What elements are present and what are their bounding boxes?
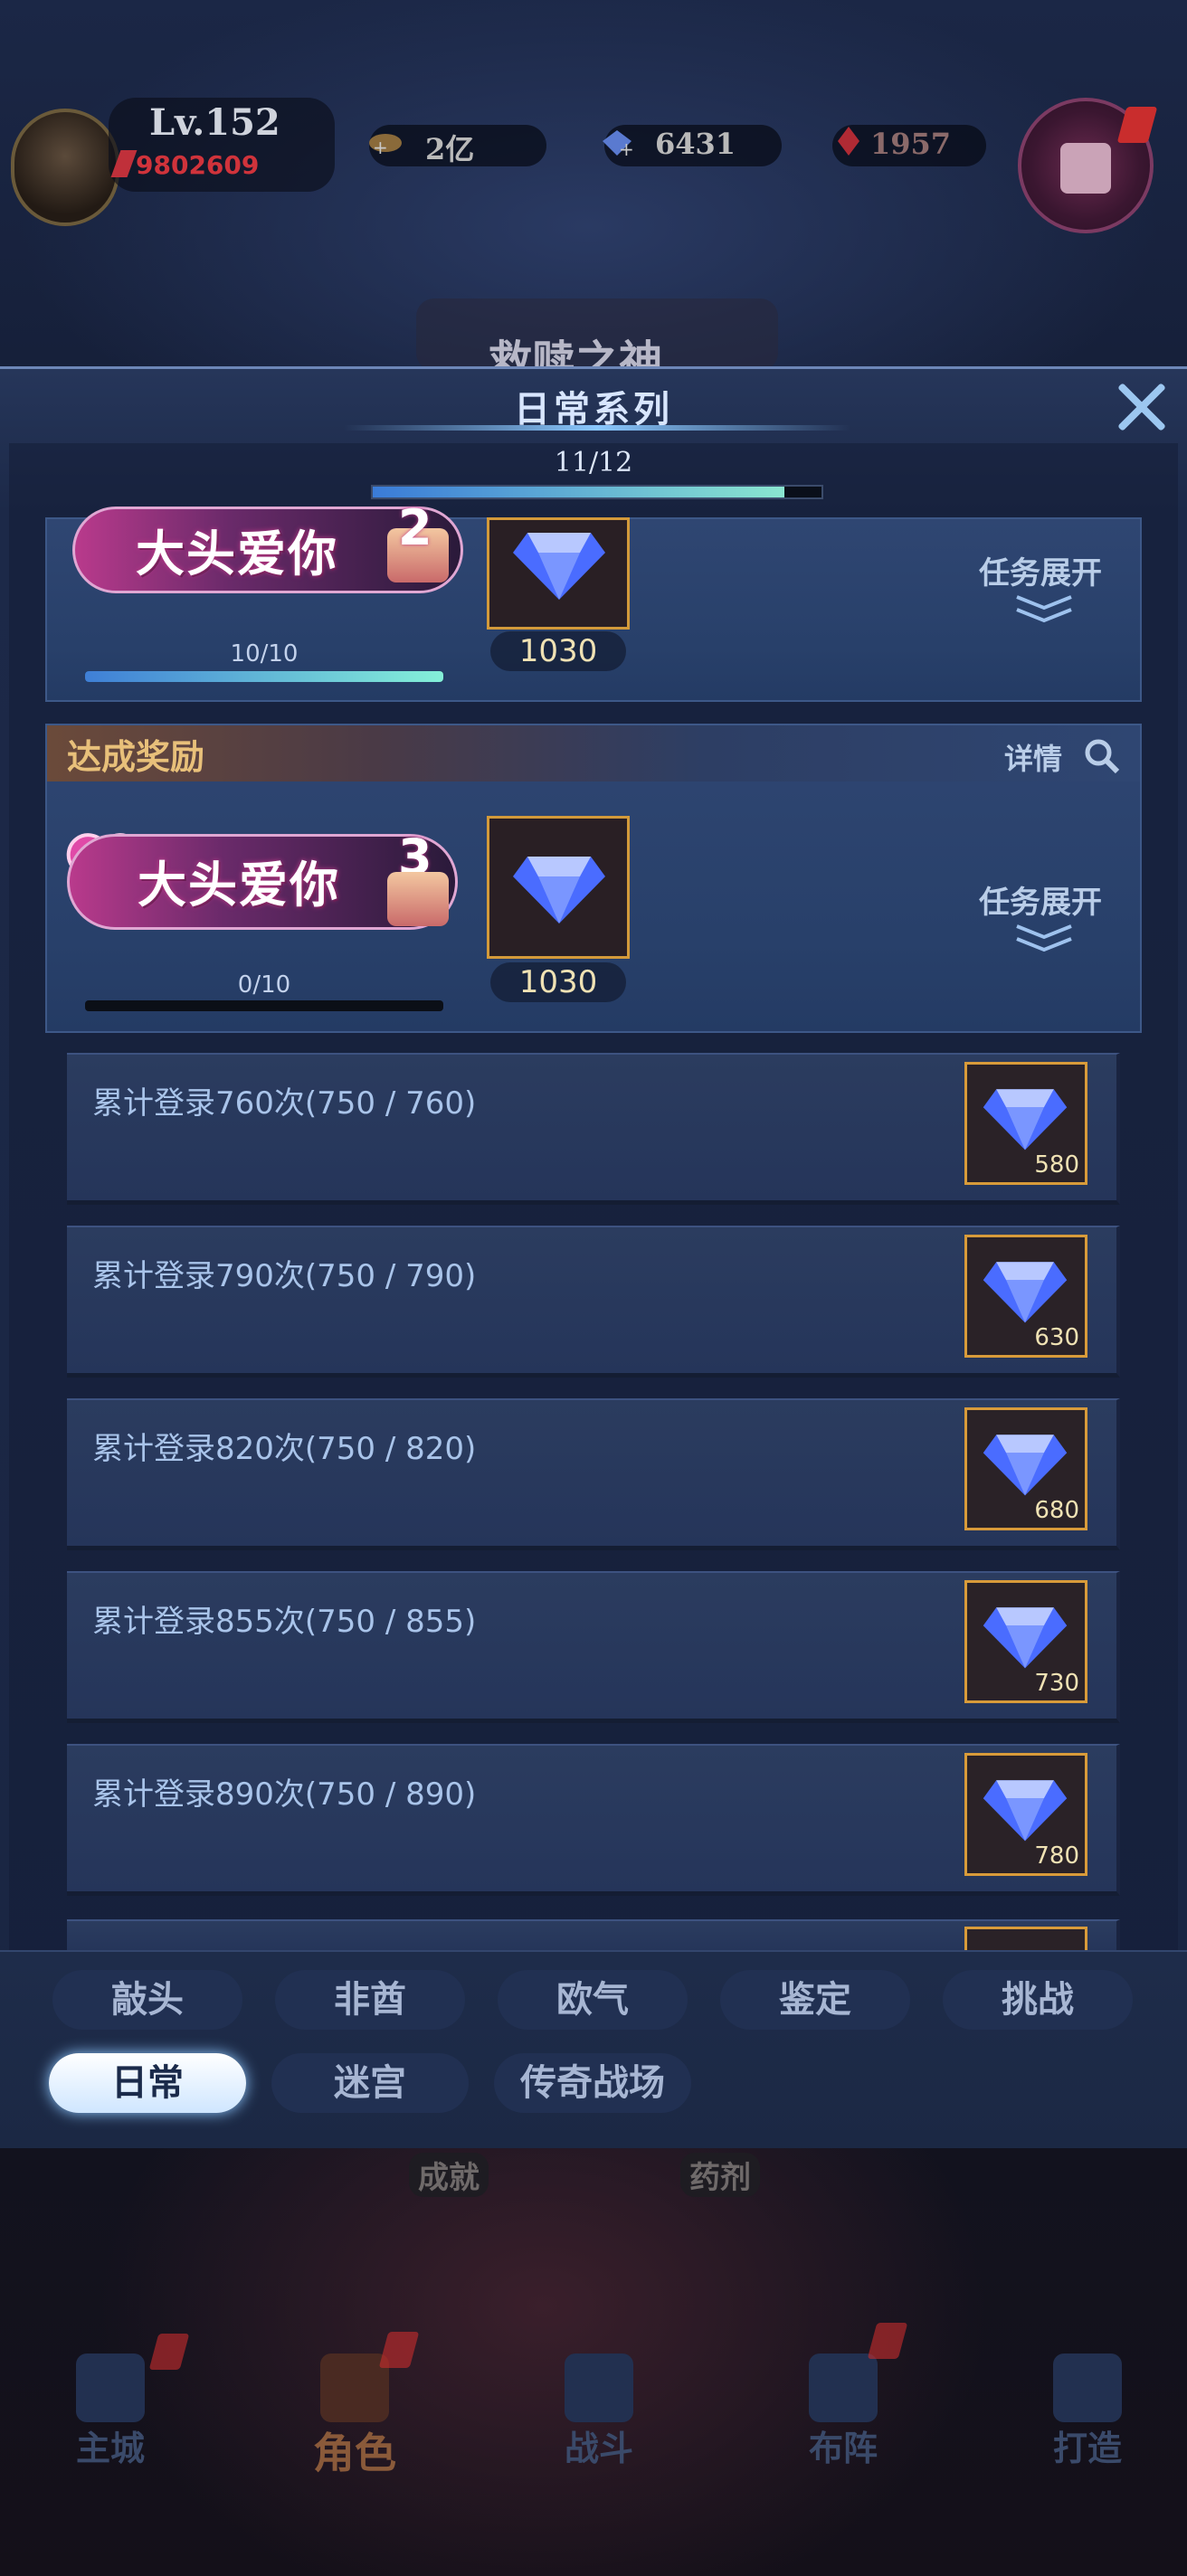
potion-label: 药剂 (680, 2153, 760, 2197)
formation-icon (809, 2353, 878, 2422)
svg-text:+: + (619, 138, 634, 159)
reward-amount: 580 (1034, 1151, 1079, 1179)
diamond-icon (983, 1435, 1068, 1496)
nav-2[interactable]: 战斗 (518, 2420, 680, 2470)
scroll-icon (1060, 143, 1111, 194)
reward-count: 1030 (490, 962, 626, 1002)
reward-slot[interactable]: 630 (964, 1235, 1087, 1358)
title-underline (344, 425, 850, 431)
card-progress-label: 10/10 (230, 640, 299, 668)
tab-daily-active[interactable]: 日常 (49, 2053, 246, 2113)
crossed-swords-icon (565, 2353, 633, 2422)
nav-3[interactable]: 布阵 (762, 2420, 925, 2470)
achievement-label: 成就 (409, 2153, 489, 2197)
task-text: 累计登录760次(750 / 760) (92, 1085, 477, 1122)
diamond-icon (513, 857, 605, 923)
tab-3[interactable]: 鉴定 (720, 1970, 910, 2030)
ruby-icon (838, 127, 859, 156)
detail-link[interactable]: 详情 (1004, 736, 1062, 778)
list-item (67, 1919, 1120, 1950)
diamond-icon (513, 533, 605, 600)
reward-slot[interactable]: 730 (964, 1580, 1087, 1703)
nav-1[interactable]: 角色 (273, 2420, 436, 2480)
svg-text:+: + (373, 137, 388, 158)
search-icon[interactable] (1084, 738, 1120, 774)
task-text: 累计登录820次(750 / 820) (92, 1431, 477, 1467)
close-icon[interactable] (1115, 380, 1169, 434)
reward-slot[interactable]: 780 (964, 1753, 1087, 1876)
task-row (67, 1226, 1120, 1378)
reward-count: 1030 (490, 631, 626, 671)
expand-tasks-label[interactable]: 任务展开 (979, 877, 1102, 922)
achievement-reward-title: 达成奖励 (67, 736, 205, 777)
reward-amount: 630 (1034, 1324, 1079, 1351)
task-row (67, 1744, 1120, 1896)
reward-slot[interactable]: 680 (964, 1407, 1087, 1530)
ruby-value: 1957 (870, 127, 952, 161)
card-progress-bar (85, 671, 443, 682)
crystal-icon: + (603, 130, 634, 159)
task-row (67, 1053, 1120, 1205)
reward-slot (964, 1927, 1087, 1950)
tab-2[interactable]: 欧气 (498, 1970, 688, 2030)
reward-amount: 780 (1034, 1842, 1079, 1870)
card-header (47, 725, 1140, 781)
card-progress-bar (85, 1000, 443, 1011)
player-level: Lv.152 (149, 101, 280, 144)
diamond-icon (983, 1089, 1068, 1151)
helmet-icon (320, 2353, 389, 2422)
series-progress-bar (371, 485, 823, 499)
nav-4[interactable]: 打造 (1006, 2420, 1169, 2470)
diamond-icon (983, 1262, 1068, 1323)
task-text: 累计登录890次(750 / 890) (92, 1776, 477, 1813)
diamond-icon (983, 1607, 1068, 1669)
tab-1[interactable]: 非酋 (275, 1970, 465, 2030)
reward-slot[interactable]: 580 (964, 1062, 1087, 1185)
task-text: 累计登录790次(750 / 790) (92, 1258, 477, 1294)
series-progress-label: 11/12 (554, 447, 633, 478)
player-power: 9802609 (136, 150, 260, 180)
task-text: 累计登录855次(750 / 855) (92, 1604, 477, 1640)
badge-number: 2 (398, 499, 432, 556)
tab-0[interactable]: 敲头 (52, 1970, 242, 2030)
task-row (67, 1571, 1120, 1723)
card-progress-fill (85, 671, 443, 682)
tab-row2-1[interactable]: 迷宫 (271, 2053, 469, 2113)
expand-tasks-label[interactable]: 任务展开 (979, 548, 1102, 592)
reward-slot[interactable] (487, 816, 630, 959)
castle-icon (76, 2353, 145, 2422)
tab-4[interactable]: 挑战 (943, 1970, 1133, 2030)
player-avatar[interactable] (11, 109, 119, 226)
banner-text: 大头爱你 (138, 856, 340, 914)
task-row (67, 1398, 1120, 1550)
nav-0[interactable]: 主城 (29, 2420, 192, 2470)
gold-value: 2亿 (425, 132, 475, 166)
reward-slot[interactable] (487, 517, 630, 630)
reward-amount: 730 (1034, 1670, 1079, 1697)
cake-icon (387, 872, 449, 926)
crystal-value: 6431 (655, 127, 736, 161)
gold-icon: + (369, 134, 402, 158)
tab-row2-2[interactable]: 传奇战场 (494, 2053, 691, 2113)
chevron-down-icon[interactable] (1013, 593, 1075, 624)
chevron-down-icon[interactable] (1013, 923, 1075, 953)
reward-amount: 680 (1034, 1497, 1079, 1524)
diamond-icon (983, 1780, 1068, 1842)
card-progress-label: 0/10 (237, 971, 291, 999)
series-progress-fill (373, 487, 784, 497)
banner-text: 大头爱你 (136, 525, 338, 582)
anvil-icon (1053, 2353, 1122, 2422)
